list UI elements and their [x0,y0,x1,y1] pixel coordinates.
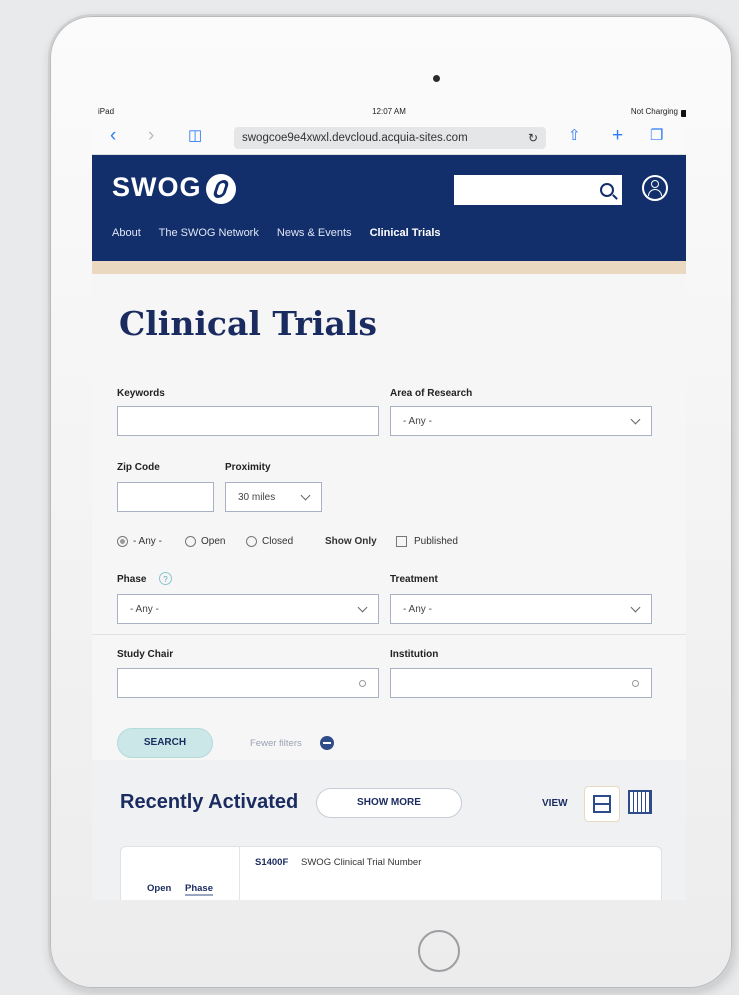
autocomplete-icon [632,680,639,687]
swog-logo[interactable]: SWOG [112,172,202,203]
browser-toolbar: ‹ › ◫ swogcoe9e4xwxl.devcloud.acquia-sit… [92,120,686,155]
proximity-select[interactable]: 30 miles [225,482,322,512]
battery-status: Not Charging [630,107,686,117]
search-button[interactable]: SEARCH [117,728,213,758]
new-tab-icon[interactable]: + [612,125,623,147]
treatment-label: Treatment [390,574,438,585]
tabs-icon[interactable]: ❐ [650,125,663,147]
page-title: Clinical Trials [119,304,377,343]
zip-code-input[interactable] [117,482,214,512]
status-radio-open[interactable] [185,536,196,547]
chevron-down-icon [357,602,368,613]
trial-card[interactable]: Open Phase S1400F SWOG Clinical Trial Nu… [120,846,662,900]
keywords-label: Keywords [117,388,165,399]
user-account-icon[interactable] [642,175,668,201]
back-icon[interactable]: ‹ [110,125,116,147]
home-button[interactable] [418,930,460,972]
search-icon[interactable] [600,183,614,197]
phase-select[interactable]: - Any - [117,594,379,624]
search-form: Clinical Trials Keywords Area of Researc… [92,304,686,804]
bookmarks-icon[interactable]: ◫ [188,125,202,147]
treatment-select[interactable]: - Any - [390,594,652,624]
trial-description: SWOG Clinical Trial Number [301,857,422,868]
help-icon[interactable]: ? [159,572,172,585]
status-radio-closed[interactable] [246,536,257,547]
camera-dot [433,75,440,82]
swog-logo-icon[interactable] [206,174,236,204]
study-chair-label: Study Chair [117,649,174,660]
trial-card-tags: Open Phase [121,847,240,900]
share-icon[interactable]: ⇧ [568,125,581,147]
battery-text: Not Charging [630,107,678,116]
show-only-label: Show Only [325,536,377,547]
keywords-input[interactable] [117,406,379,436]
institution-label: Institution [390,649,439,660]
chevron-down-icon [630,602,641,613]
list-view-icon [593,795,611,813]
published-label: Published [414,536,458,547]
main-nav: About The SWOG Network News & Events Cli… [112,227,456,239]
trial-id: S1400F [255,857,289,868]
status-open-label: Open [201,536,226,547]
autocomplete-icon [359,680,366,687]
phase-label: Phase [117,574,147,585]
site-header: SWOG About The SWOG Network News & Event… [92,155,686,261]
chevron-down-icon [300,490,311,501]
fewer-filters-link[interactable]: Fewer filters [250,738,302,749]
url-bar[interactable]: swogcoe9e4xwxl.devcloud.acquia-sites.com… [234,127,546,149]
area-of-research-label: Area of Research [390,388,473,399]
battery-icon [681,110,686,117]
nav-about[interactable]: About [112,227,141,239]
status-bar: iPad 12:07 AM Not Charging [92,104,686,120]
url-text: swogcoe9e4xwxl.devcloud.acquia-sites.com [242,132,468,144]
proximity-value: 30 miles [238,492,276,503]
proximity-label: Proximity [225,462,271,473]
recently-activated-title: Recently Activated [120,791,299,813]
reload-icon[interactable]: ↻ [528,127,538,149]
show-more-button[interactable]: SHOW MORE [316,788,462,818]
phase-tag: Phase [185,883,213,896]
screen: iPad 12:07 AM Not Charging ‹ › ◫ swogcoe… [92,104,686,900]
chevron-down-icon [630,414,641,425]
grid-view-icon[interactable] [628,790,652,814]
area-of-research-select[interactable]: - Any - [390,406,652,436]
phase-value: - Any - [130,604,159,615]
clock: 12:07 AM [372,107,406,116]
status-closed-label: Closed [262,536,294,547]
zip-code-label: Zip Code [117,462,160,473]
status-any-label: - Any - [133,536,162,547]
accent-bar [92,261,686,274]
status-radio-any[interactable] [117,536,128,547]
treatment-value: - Any - [403,604,432,615]
nav-clinical-trials[interactable]: Clinical Trials [370,227,441,239]
area-of-research-value: - Any - [403,416,432,427]
site-search-input[interactable] [454,175,622,205]
recently-activated-section: Recently Activated SHOW MORE VIEW Open P… [92,760,686,900]
study-chair-input[interactable] [117,668,379,698]
list-view-button[interactable] [584,786,620,822]
nav-news-events[interactable]: News & Events [277,227,352,239]
nav-swog-network[interactable]: The SWOG Network [159,227,259,239]
view-label: VIEW [542,798,568,809]
published-checkbox[interactable] [396,536,407,547]
minus-circle-icon[interactable] [320,736,334,750]
open-tag: Open [147,883,172,894]
section-divider [92,634,686,635]
forward-icon[interactable]: › [148,125,154,147]
institution-input[interactable] [390,668,652,698]
